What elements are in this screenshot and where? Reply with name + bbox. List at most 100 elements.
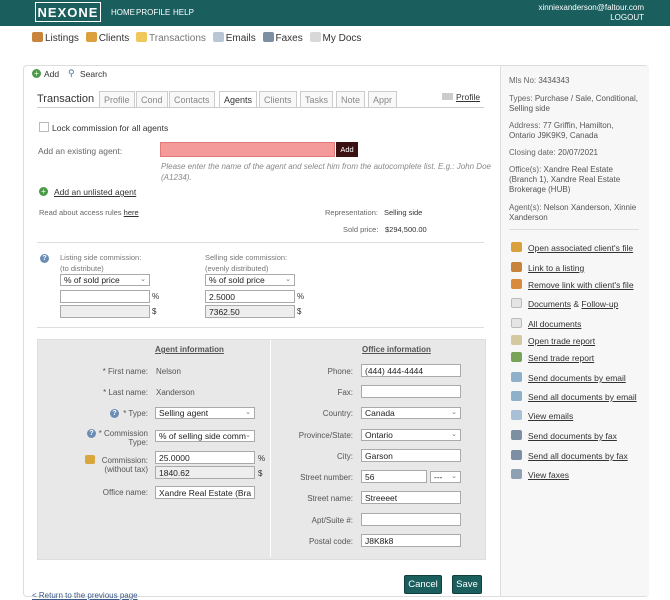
mls-row: Mls No: 3434343 <box>509 76 639 86</box>
add-agent-button[interactable]: Add <box>336 142 358 157</box>
tabs-title: Transaction <box>37 93 95 105</box>
subnav-faxes[interactable]: Faxes <box>262 32 303 44</box>
types-label: Types: <box>509 94 533 103</box>
closing-value: 20/07/2021 <box>557 148 598 157</box>
fax-input[interactable] <box>361 385 461 398</box>
tab-cond[interactable]: Cond <box>136 91 168 108</box>
add-button[interactable]: Add <box>44 69 59 79</box>
agent-commission-pct-input[interactable]: 25.0000 <box>155 451 255 464</box>
sidebar-link-listing[interactable]: Link to a listing <box>528 263 584 273</box>
subnav-transactions[interactable]: Transactions <box>136 32 206 44</box>
selling-commission-amount-input[interactable]: 7362.50 <box>205 305 295 318</box>
divider <box>37 242 484 243</box>
sidebar-documents-followup: Documents & Follow-up <box>528 299 618 309</box>
commission-type-select[interactable]: % of selling side comm ⌄ <box>155 430 255 442</box>
select-value: --- <box>434 472 443 482</box>
agent-commission-amount-input[interactable]: 1840.62 <box>155 466 255 479</box>
tab-appr[interactable]: Appr <box>368 91 398 108</box>
selling-commission-label: Selling side commission: <box>205 253 288 262</box>
sidebar-send-docs-fax[interactable]: Send documents by fax <box>528 431 617 441</box>
offices-label: Office(s): <box>509 165 542 174</box>
select-value: % of sold price <box>64 275 120 285</box>
phone-input[interactable]: (444) 444-4444 <box>361 364 461 377</box>
listing-commission-type-select[interactable]: % of sold price ⌄ <box>60 274 150 286</box>
subnav-listings[interactable]: Listings <box>32 32 79 44</box>
select-value: % of sold price <box>209 275 265 285</box>
add-existing-agent-label: Add an existing agent: <box>38 146 123 156</box>
sidebar-view-emails[interactable]: View emails <box>528 411 573 421</box>
nav-profile[interactable]: PROFILE <box>136 8 170 17</box>
sidebar-open-trade-report[interactable]: Open trade report <box>528 336 595 346</box>
selling-commission-sub: (evenly distributed) <box>205 264 269 273</box>
street-suffix-select[interactable]: --- ⌄ <box>430 471 461 483</box>
save-button[interactable]: Save <box>452 575 482 594</box>
nav-help[interactable]: HELP <box>173 8 194 17</box>
postal-code-label: Postal code: <box>308 537 353 546</box>
divider <box>37 327 484 328</box>
office-name-input[interactable]: Xandre Real Estate (Bra <box>155 486 255 499</box>
profile-link[interactable]: Profile <box>456 92 480 102</box>
sidebar-send-all-docs-email[interactable]: Send all documents by email <box>528 392 637 402</box>
search-button[interactable]: Search <box>80 69 107 79</box>
selling-commission-pct-input[interactable]: 2.5000 <box>205 290 295 303</box>
postal-code-input[interactable]: J8K8k8 <box>361 534 461 547</box>
city-input[interactable]: Garson <box>361 449 461 462</box>
pct-sign: % <box>297 292 305 301</box>
nav-home[interactable]: HOME <box>111 8 135 17</box>
return-link[interactable]: < Return to the previous page <box>32 591 138 600</box>
selling-commission-type-select[interactable]: % of sold price ⌄ <box>205 274 295 286</box>
listing-commission-pct-input[interactable] <box>60 290 150 303</box>
subnav-clients[interactable]: Clients <box>85 32 129 44</box>
chevron-down-icon: ⌄ <box>451 431 457 438</box>
help-icon[interactable]: ? <box>40 254 49 263</box>
transaction-sidebar <box>500 66 649 596</box>
street-number-input[interactable]: 56 <box>361 470 427 483</box>
lock-commission-checkbox[interactable] <box>39 122 49 132</box>
offices-row: Office(s): Xandre Real Estate (Branch 1)… <box>509 165 639 195</box>
access-rules-link[interactable]: here <box>124 208 139 217</box>
chevron-down-icon: ⌄ <box>451 473 457 480</box>
tab-note[interactable]: Note <box>336 91 366 108</box>
select-value: Selling agent <box>159 408 209 418</box>
add-icon: + <box>32 69 41 78</box>
tab-contacts[interactable]: Contacts <box>169 91 215 108</box>
nexone-logo[interactable]: NEXONE <box>35 2 101 22</box>
agent-search-input[interactable] <box>160 142 335 157</box>
tab-clients[interactable]: Clients <box>259 91 297 108</box>
folder-icon <box>136 32 148 42</box>
dollar-sign: $ <box>258 469 263 478</box>
logout-link[interactable]: LOGOUT <box>610 13 644 22</box>
add-unlisted-agent-link[interactable]: Add an unlisted agent <box>54 187 136 197</box>
subnav-mydocs[interactable]: My Docs <box>309 32 361 44</box>
sidebar-send-trade-report[interactable]: Send trade report <box>528 353 594 363</box>
street-name-label: Street name: <box>307 494 353 503</box>
subnav-emails[interactable]: Emails <box>212 32 256 44</box>
tab-tasks[interactable]: Tasks <box>300 91 334 108</box>
country-select[interactable]: Canada ⌄ <box>361 407 461 419</box>
listing-commission-amount-input[interactable] <box>60 305 150 318</box>
sidebar-all-documents[interactable]: All documents <box>528 319 581 329</box>
commission-type-label-2: Type: <box>128 438 148 447</box>
sidebar-send-docs-email[interactable]: Send documents by email <box>528 373 626 383</box>
sidebar-open-client-file[interactable]: Open associated client's file <box>528 243 633 253</box>
office-name-label: Office name: <box>102 488 148 497</box>
province-select[interactable]: Ontario ⌄ <box>361 429 461 441</box>
pct-sign: % <box>258 454 266 463</box>
email-all-icon <box>511 391 522 401</box>
fax-icon <box>262 32 274 42</box>
tab-profile[interactable]: Profile <box>99 91 135 108</box>
sidebar-send-all-docs-fax[interactable]: Send all documents by fax <box>528 451 628 461</box>
agent-type-select[interactable]: Selling agent ⌄ <box>155 407 255 419</box>
fax-all-icon <box>511 450 522 460</box>
street-name-input[interactable]: Streeeet <box>361 491 461 504</box>
ampersand: & <box>573 299 580 309</box>
tab-agents[interactable]: Agents <box>219 91 258 108</box>
types-row: Types: Purchase / Sale, Conditional, Sel… <box>509 94 639 114</box>
sidebar-remove-client-link[interactable]: Remove link with client's file <box>528 280 634 290</box>
apt-input[interactable] <box>361 513 461 526</box>
sidebar-view-faxes[interactable]: View faxes <box>528 470 569 480</box>
documents-link[interactable]: Documents <box>528 299 571 309</box>
email-docs-icon <box>511 372 522 382</box>
cancel-button[interactable]: Cancel <box>404 575 442 594</box>
followup-link[interactable]: Follow-up <box>581 299 618 309</box>
